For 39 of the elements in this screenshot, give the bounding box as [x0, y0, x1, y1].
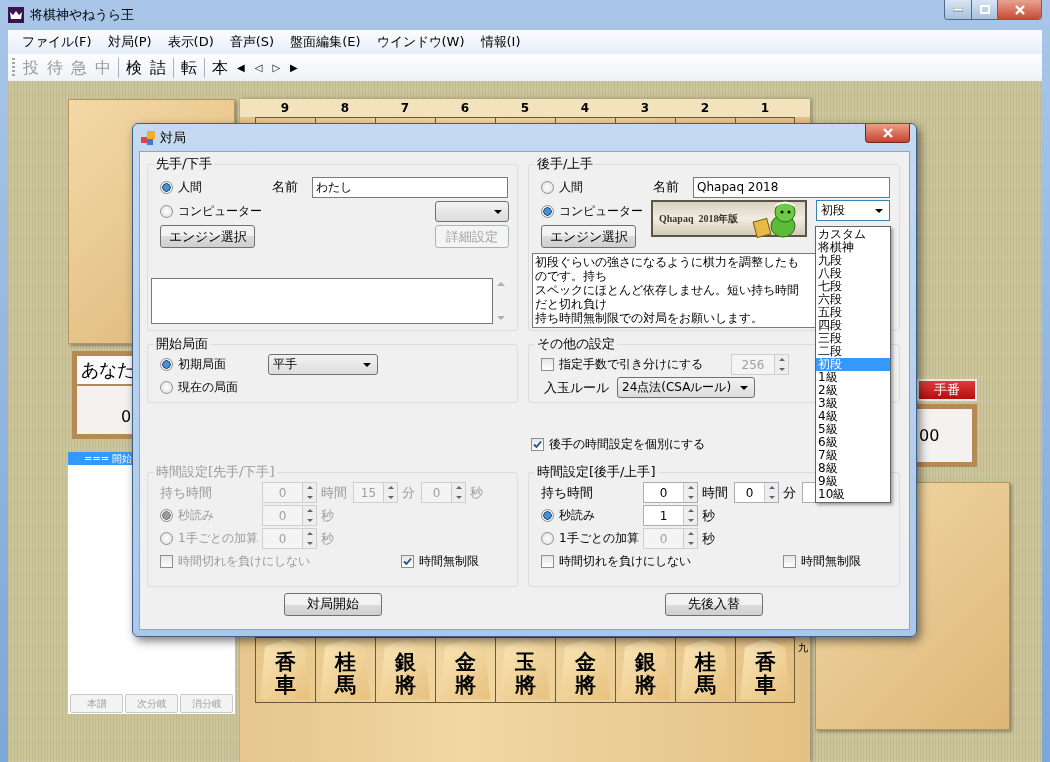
- unit-label: 分: [783, 483, 796, 502]
- player-time: 0: [121, 407, 132, 426]
- description-line: スペックにほとんど依存しません。短い持ち時間だと切れ負け: [535, 283, 800, 311]
- file-number: 4: [579, 101, 591, 115]
- field-label: 持ち時間: [160, 483, 213, 502]
- field-label: 持ち時間: [541, 483, 594, 502]
- banner-text: Qhapaq 2018年版: [659, 211, 739, 226]
- unit-label: 秒: [321, 506, 334, 525]
- description-line: 持ち時間無制限での対局をお願いします。: [535, 311, 763, 325]
- file-number: 9: [279, 101, 291, 115]
- unit-label: 時間: [321, 483, 347, 502]
- file-number: 2: [699, 101, 711, 115]
- file-number: 5: [519, 101, 531, 115]
- player-time: 00: [919, 426, 940, 445]
- group-heading: 時間設定[先手/下手]: [155, 463, 276, 481]
- group-heading: その他の設定: [536, 335, 616, 353]
- group-heading: 時間設定[後手/上手]: [536, 463, 657, 481]
- unit-label: 秒: [321, 529, 334, 548]
- file-number: 6: [459, 101, 471, 115]
- unit-label: 秒: [702, 506, 715, 525]
- turn-indicator: 手番: [917, 379, 977, 401]
- file-number: 8: [339, 101, 351, 115]
- window-title: 将棋神やねうら王: [30, 6, 134, 24]
- unit-label: 時間: [702, 483, 728, 502]
- dialog-title: 対局: [160, 128, 186, 147]
- file-number: 1: [759, 101, 771, 115]
- unit-label: 秒: [702, 529, 715, 548]
- group-heading: 先手/下手: [155, 155, 214, 173]
- description-line: 初段ぐらいの強さになるように棋力を調整したものです。持ち: [535, 255, 800, 283]
- field-label: 入玉ルール: [544, 378, 609, 397]
- group-heading: 開始局面: [155, 335, 209, 353]
- field-label: 名前: [272, 178, 299, 196]
- group-heading: 後手/上手: [536, 155, 595, 173]
- file-number: 7: [399, 101, 411, 115]
- unit-label: 秒: [470, 483, 483, 502]
- unit-label: 分: [402, 483, 415, 502]
- field-label: 名前: [653, 178, 680, 196]
- rank-number: 九: [796, 641, 809, 655]
- file-number: 3: [639, 101, 651, 115]
